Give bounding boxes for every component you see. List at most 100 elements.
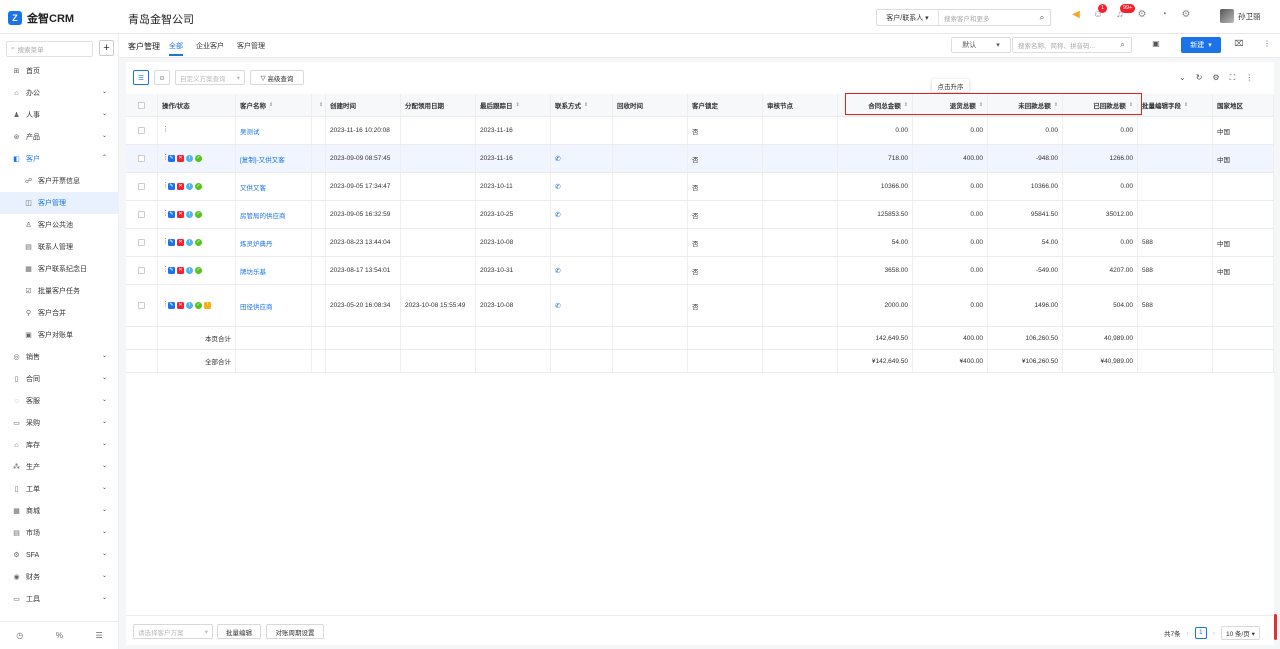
edit-icon[interactable]: ✎: [168, 267, 175, 274]
sidebar-item-14[interactable]: ▯ 合同 ⌄: [0, 368, 119, 390]
check-icon[interactable]: ✓: [195, 183, 202, 190]
sidebar-item-7[interactable]: ♙ 客户公共池: [0, 214, 119, 236]
sort-icon[interactable]: ⇕: [979, 102, 983, 108]
sidebar-item-23[interactable]: ◉ 财务 ⌄: [0, 566, 119, 588]
list-search-input[interactable]: 搜索名称、简称、拼音码...: [1012, 37, 1132, 53]
sidebar-item-15[interactable]: ◌ 客服 ⌄: [0, 390, 119, 412]
prev-page-icon[interactable]: ‹: [1187, 630, 1189, 637]
customer-name-link[interactable]: 吴测试: [240, 126, 260, 136]
delete-icon[interactable]: ✕: [177, 211, 184, 218]
sidebar-item-21[interactable]: ▤ 市场 ⌄: [0, 522, 119, 544]
sidebar-item-16[interactable]: ▭ 采购 ⌄: [0, 412, 119, 434]
history-icon[interactable]: ◷: [16, 631, 23, 640]
sort-icon[interactable]: ⇕: [904, 102, 908, 108]
delete-icon[interactable]: ✕: [177, 267, 184, 274]
column-header-unpaid_total[interactable]: 未回款总额 ⇕: [988, 94, 1063, 116]
more-actions-icon[interactable]: ⋮: [162, 301, 169, 309]
info-icon[interactable]: i: [186, 302, 193, 309]
phone-icon[interactable]: ✆: [555, 211, 561, 219]
advanced-search-button[interactable]: ▽ 高级查询: [250, 70, 304, 85]
phone-icon[interactable]: ✆: [555, 302, 561, 310]
sidebar-item-13[interactable]: ◎ 销售 ⌄: [0, 346, 119, 368]
customer-name-link[interactable]: 田径供应商: [240, 301, 273, 311]
sidebar-item-24[interactable]: ▭ 工具 ⌄: [0, 588, 119, 610]
table-row[interactable]: ⋮ ✎ ✕ i ✓! 田径供应商 2023-05-20 16:08:34 2023-10-08…: [126, 285, 1274, 327]
settings-icon[interactable]: ⚙: [1136, 9, 1148, 21]
contacts-icon[interactable]: ☺ 1: [1092, 4, 1108, 21]
more-actions-icon[interactable]: ⋮: [162, 266, 169, 274]
search-scope-select[interactable]: 客户/联系人 ▾: [877, 10, 939, 25]
collapse-menu-icon[interactable]: ☰: [96, 631, 103, 640]
phone-icon[interactable]: ✆: [555, 155, 561, 163]
column-header-contract_total[interactable]: 合同总金额 ⇕: [838, 94, 913, 116]
sort-icon[interactable]: ⇕: [1184, 102, 1188, 108]
sidebar-item-17[interactable]: ⌂ 库存 ⌄: [0, 434, 119, 456]
sidebar-item-9[interactable]: ▦ 客户联系纪念日: [0, 258, 119, 280]
column-header-paid_total[interactable]: 已回款总额 ⇕: [1063, 94, 1138, 116]
sidebar-item-19[interactable]: ▯ 工单 ⌄: [0, 478, 119, 500]
customer-name-link[interactable]: 炼灵炉典丹: [240, 238, 273, 248]
check-icon[interactable]: ✓: [195, 302, 202, 309]
more-actions-icon[interactable]: ⋮: [162, 154, 169, 162]
plan-select[interactable]: 自定义方案查询 ▾: [175, 70, 245, 85]
sort-icon[interactable]: ⇕: [1054, 102, 1058, 108]
row-checkbox[interactable]: [138, 127, 145, 134]
table-row[interactable]: ⋮ 吴测试 2023-11-16 10:20:08 2023-11-16 否 0.00 0.…: [126, 117, 1274, 145]
more-actions-icon[interactable]: ⋮: [162, 126, 169, 134]
row-checkbox[interactable]: [138, 211, 145, 218]
save-icon[interactable]: ▣: [1150, 39, 1162, 51]
gear-icon[interactable]: ⚙: [1180, 9, 1192, 21]
select-all-checkbox[interactable]: [138, 101, 145, 109]
sort-icon[interactable]: ⇕: [1129, 102, 1133, 108]
delete-icon[interactable]: ✕: [177, 155, 184, 162]
search-icon[interactable]: ⌕: [1115, 38, 1130, 52]
sidebar-item-1[interactable]: ⌂ 办公 ⌄: [0, 82, 119, 104]
row-checkbox[interactable]: [138, 183, 145, 190]
delete-icon[interactable]: ✕: [177, 183, 184, 190]
column-header-name[interactable]: 客户名称 ⇕: [236, 94, 312, 116]
phone-icon[interactable]: ✆: [555, 183, 561, 191]
sidebar-item-4[interactable]: ◧ 客户 ⌃: [0, 148, 119, 170]
sidebar-item-5[interactable]: ☍ 客户开票信息: [0, 170, 119, 192]
sidebar-item-22[interactable]: ⚙ SFA ⌄: [0, 544, 119, 566]
settings-icon[interactable]: ⚙: [1212, 73, 1219, 83]
table-row[interactable]: ⋮ ✎ ✕ i ✓ 炼灵炉典丹 2023-08-23 13:44:04 2023-10-08 否…: [126, 229, 1274, 257]
map-view-button[interactable]: ⊙: [154, 70, 170, 85]
period-setting-button[interactable]: 对账周期设置: [266, 624, 324, 639]
more-actions-icon[interactable]: ⋮: [162, 210, 169, 218]
sidebar-item-0[interactable]: ⊞ 首页: [0, 60, 119, 82]
sidebar-item-3[interactable]: ⊛ 产品 ⌄: [0, 126, 119, 148]
check-icon[interactable]: ✓: [195, 239, 202, 246]
more-actions-icon[interactable]: ⋮: [162, 182, 169, 190]
edit-icon[interactable]: ✎: [168, 155, 175, 162]
refresh-icon[interactable]: ↻: [1196, 73, 1203, 83]
user-menu[interactable]: 孙卫丽: [1220, 9, 1261, 23]
edit-icon[interactable]: ✎: [168, 239, 175, 246]
edit-icon[interactable]: ✎: [168, 211, 175, 218]
sort-icon[interactable]: ⇕: [516, 102, 520, 108]
tab-0[interactable]: 全部: [169, 41, 183, 56]
edit-icon[interactable]: ✎: [168, 302, 175, 309]
page-number[interactable]: 1: [1194, 627, 1207, 639]
scroll-marker[interactable]: [1274, 614, 1277, 640]
sort-icon[interactable]: ⇕: [269, 102, 273, 108]
row-checkbox[interactable]: [138, 239, 145, 246]
column-header-batch_field[interactable]: 批量编辑字段 ⇕: [1138, 94, 1213, 116]
sidebar-item-12[interactable]: ▣ 客户对账单: [0, 324, 119, 346]
sidebar-item-8[interactable]: ▤ 联系人管理: [0, 236, 119, 258]
column-header-return_total[interactable]: 退货总额 ⇕: [913, 94, 988, 116]
phone-icon[interactable]: ✆: [555, 267, 561, 275]
check-icon[interactable]: ✓: [195, 211, 202, 218]
sort-icon[interactable]: ⇕: [584, 102, 588, 108]
customer-name-link[interactable]: 又供又客: [240, 182, 266, 192]
info-icon[interactable]: i: [186, 183, 193, 190]
menu-search-input[interactable]: ⌕ 搜索菜单: [6, 41, 93, 57]
view-select[interactable]: 默认 ▾: [951, 37, 1011, 53]
search-icon[interactable]: ⌕: [1034, 12, 1050, 23]
table-row[interactable]: ⋮ ✎ ✕ i ✓ 又供又客 2023-09-05 17:34:47 2023-10-11 ✆ 否…: [126, 173, 1274, 201]
percent-icon[interactable]: %: [56, 631, 63, 640]
more-icon[interactable]: ⋮: [1245, 73, 1253, 83]
new-button[interactable]: 新建 ▾: [1181, 37, 1221, 53]
bell-icon[interactable]: ♫ 99+: [1114, 4, 1136, 21]
global-search-input[interactable]: 搜索客户和更多: [939, 13, 1034, 23]
